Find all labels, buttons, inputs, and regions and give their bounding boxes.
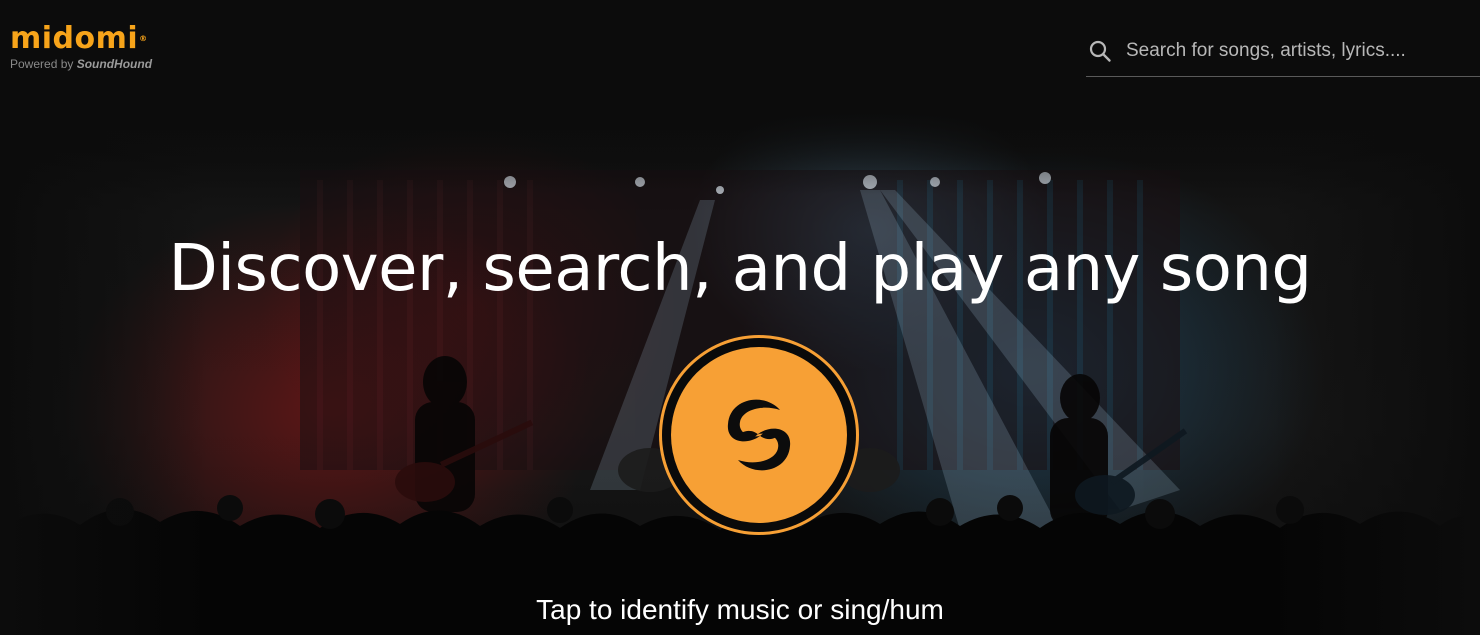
hero-headline: Discover, search, and play any song [168, 232, 1312, 306]
search-icon[interactable] [1088, 39, 1112, 63]
search-bar[interactable] [1086, 26, 1480, 77]
identify-music-button[interactable] [662, 338, 856, 532]
tap-instruction-text: Tap to identify music or sing/hum [536, 594, 944, 625]
powered-by-label: Powered by [10, 57, 74, 71]
soundhound-brand: SoundHound [76, 57, 153, 71]
logo-text: midomi [10, 21, 139, 56]
soundhound-logo-icon [671, 347, 847, 523]
powered-by-line: Powered by SoundHound [10, 56, 152, 72]
page: midomi® Powered by SoundHound Discover, … [0, 0, 1480, 635]
search-input[interactable] [1126, 40, 1466, 62]
midomi-logo[interactable]: midomi® Powered by SoundHound [10, 22, 152, 72]
logo-wordmark: midomi® [10, 22, 152, 56]
logo-registered-mark: ® [139, 34, 148, 43]
